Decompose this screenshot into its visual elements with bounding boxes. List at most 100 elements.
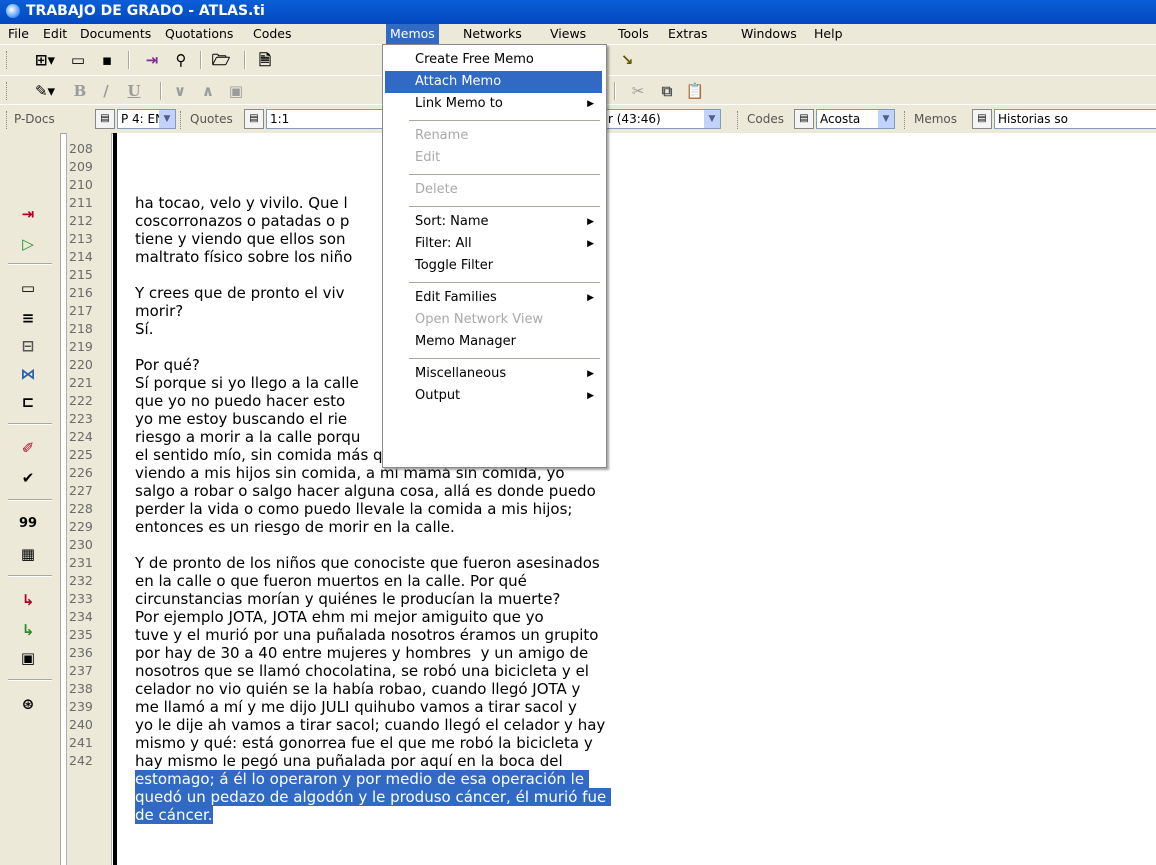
menu-memos[interactable]: Memos [386,24,439,44]
codes-manager-icon[interactable]: ▤ [794,109,814,129]
chevron-up-icon[interactable]: ∧ [198,80,218,102]
quotes-combo[interactable]: 1:1 [266,109,385,129]
network-icon[interactable]: ⊛ [14,693,42,715]
menu-quotations[interactable]: Quotations [161,24,237,44]
pdocs-combo[interactable]: P 4: EN ▼ [117,109,176,129]
toolbar-grip[interactable] [737,111,741,129]
cut-icon[interactable]: ✂ [628,80,648,102]
attach-memo-item[interactable]: Attach Memo [385,71,602,93]
toolbar-grip[interactable] [6,111,10,129]
text-line[interactable]: maltrato físico sobre los niño [135,248,352,266]
create-quotation-icon[interactable]: ⇥ [14,203,42,225]
memos-combo[interactable]: Historias so [994,109,1156,129]
codes-combo[interactable]: Acosta ▼ [816,109,895,129]
toolbar-grip[interactable] [6,82,10,100]
text-line[interactable]: yo le dije ah vamos a tirar sacol; cuand… [135,716,605,734]
text-line[interactable]: ha tocao, velo y vivilo. Que l [135,194,348,212]
copy-icon[interactable]: ⧉ [656,80,678,102]
text-line[interactable]: en la calle o que fueron muertos en la c… [135,572,527,590]
open-folder-icon[interactable]: 🗁 [208,49,234,71]
filter-item[interactable]: Filter: All ▶ [385,233,602,255]
connector-icon[interactable]: ⊏ [14,391,42,413]
text-line[interactable]: por hay de 30 a 40 entre mujeres y hombr… [135,644,588,662]
code-tag-icon[interactable]: ▷ [14,233,42,255]
link-green-icon[interactable]: ↳ [14,619,42,641]
link-red-icon[interactable]: ↳ [14,589,42,611]
text-line[interactable]: morir? [135,302,183,320]
paste-icon[interactable]: 📋 [684,80,706,102]
text-line[interactable]: Por ejemplo JOTA, JOTA ehm mi mejor amig… [135,608,544,626]
save-icon[interactable]: ▪ [96,49,118,71]
frame-icon[interactable]: ▣ [226,80,246,102]
menu-views[interactable]: Views [546,24,590,44]
quote-marks-icon[interactable]: 99 [14,513,42,535]
document-icon[interactable]: 🗎 [252,49,278,71]
list-icon[interactable]: ≡ [14,307,42,329]
text-line[interactable]: hay mismo le pegó una puñalada por aquí … [135,752,563,770]
menu-windows[interactable]: Windows [737,24,801,44]
menu-documents[interactable]: Documents [76,24,155,44]
window-icon[interactable]: ▭ [66,49,90,71]
menu-codes[interactable]: Codes [249,24,296,44]
memo-manager-item[interactable]: Memo Manager [385,331,602,353]
columns-icon[interactable]: ▦ [14,543,42,565]
menu-edit[interactable]: Edit [39,24,71,44]
menu-extras[interactable]: Extras [664,24,712,44]
create-free-memo-item[interactable]: Create Free Memo [385,49,602,71]
wand-icon[interactable]: ↘ [614,49,640,71]
rectangle-icon[interactable]: ▭ [14,277,42,299]
link-memo-to-item[interactable]: Link Memo to ▶ [385,93,602,115]
submenu-arrow-icon: ▶ [587,99,594,109]
text-line[interactable]: entonces es un riesgo de morir en la cal… [135,518,455,536]
text-line[interactable]: mismo y qué: está gonorrea fue el que me… [135,734,593,752]
toolbar-grip[interactable] [904,111,908,129]
indent-icon[interactable]: ⊟ [14,335,42,357]
text-line[interactable]: circunstancias morían y quiénes le produ… [135,590,560,608]
italic-icon[interactable]: / [96,80,116,102]
toolbar-grip[interactable] [180,111,184,129]
chevron-down-icon[interactable]: ▼ [159,110,175,128]
separator [409,282,600,283]
text-line[interactable]: perder la vida o como puedo llevale la c… [135,500,572,518]
text-line[interactable]: tuve y el murió por una puñalada nosotro… [135,626,598,644]
miscellaneous-item[interactable]: Miscellaneous ▶ [385,363,602,385]
frame-icon[interactable]: ▣ [14,647,42,669]
document-text-area[interactable]: ha tocao, velo y vivilo. Que l coscorrona… [113,133,1156,865]
sort-item[interactable]: Sort: Name ▶ [385,211,602,233]
text-line[interactable]: salgo a robar o salgo hacer alguna cosa,… [135,482,596,500]
bold-icon[interactable]: B [70,80,90,102]
text-line[interactable]: Por qué? [135,356,200,374]
pen-icon[interactable]: ✎▾ [30,80,60,102]
toolbar-grip[interactable] [6,51,10,69]
menu-tools[interactable]: Tools [614,24,653,44]
selected-text-line[interactable]: quedó un pedazo de algodón y le produso … [135,788,611,806]
checkmark-icon[interactable]: ✔ [14,467,42,489]
hierarchy-icon[interactable]: ⊞▾ [30,49,60,71]
menu-file[interactable]: File [4,24,33,44]
output-item[interactable]: Output ▶ [385,385,602,407]
text-line[interactable]: me llamó a mí y me dijo JULI quihubo vam… [135,698,577,716]
merge-icon[interactable]: ⋈ [14,363,42,385]
brush-icon[interactable]: ✐ [14,437,42,459]
edit-families-item[interactable]: Edit Families ▶ [385,287,602,309]
pdocs-manager-icon[interactable]: ▤ [95,109,115,129]
chevron-down-icon[interactable]: ▼ [878,110,894,128]
text-line[interactable]: celador no vio quién se la había robao, … [135,680,580,698]
binoculars-icon[interactable]: ⚲ [168,49,194,71]
quotes-combo-tail[interactable]: r (43:46) ▼ [605,109,721,129]
text-line[interactable]: Sí. [135,320,153,338]
text-line[interactable]: Y de pronto de los niños que conociste q… [135,554,600,572]
line-number: 241 [69,735,93,750]
quotes-manager-icon[interactable]: ▤ [244,109,264,129]
memos-manager-icon[interactable]: ▤ [972,109,992,129]
underline-icon[interactable]: U [124,80,144,102]
selected-text-line[interactable]: estomago; á él lo operaron y por medio d… [135,770,589,788]
assign-icon[interactable]: ⇥ [138,49,166,71]
chevron-down-icon[interactable]: ▼ [704,110,720,128]
toggle-filter-item[interactable]: Toggle Filter [385,255,602,277]
menu-networks[interactable]: Networks [459,24,526,44]
chevron-down-icon[interactable]: ∨ [170,80,190,102]
selected-text-line[interactable]: de cáncer. [135,806,213,824]
text-line[interactable]: nosotros que se llamó chocolatina, se ro… [135,662,589,680]
menu-help[interactable]: Help [810,24,847,44]
